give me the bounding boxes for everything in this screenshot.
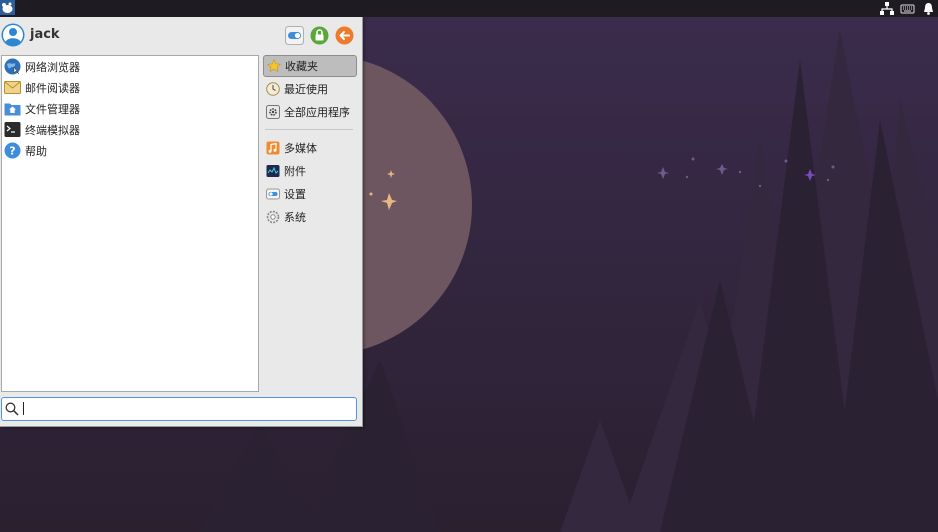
terminal-icon bbox=[4, 122, 21, 137]
log-out-button[interactable] bbox=[335, 26, 354, 45]
search-input[interactable] bbox=[22, 400, 352, 418]
menu-header: jack bbox=[0, 17, 362, 55]
settings-icon bbox=[266, 188, 280, 200]
category-multimedia[interactable]: 多媒体 bbox=[263, 137, 357, 159]
category-settings[interactable]: 设置 bbox=[263, 183, 357, 205]
category-system[interactable]: 系统 bbox=[263, 206, 357, 228]
svg-text:?: ? bbox=[9, 145, 15, 158]
notification-bell-icon[interactable] bbox=[921, 1, 936, 16]
accessories-icon bbox=[266, 165, 280, 177]
user-avatar-icon bbox=[1, 23, 25, 47]
file-manager-icon bbox=[4, 103, 21, 116]
keyboard-icon[interactable] bbox=[900, 1, 915, 16]
toggle-switch-icon bbox=[285, 26, 304, 45]
back-arrow-icon bbox=[335, 26, 354, 45]
category-accessories[interactable]: 附件 bbox=[263, 160, 357, 182]
help-icon: ? bbox=[4, 142, 21, 159]
network-icon[interactable] bbox=[879, 1, 894, 16]
web-browser-icon bbox=[4, 58, 21, 75]
whisker-menu-button[interactable] bbox=[0, 0, 15, 15]
star-icon bbox=[267, 59, 281, 73]
clock-icon bbox=[266, 82, 280, 96]
system-icon bbox=[266, 210, 280, 224]
category-separator bbox=[265, 129, 353, 130]
username-label: jack bbox=[30, 27, 60, 42]
favorites-list: 网络浏览器 邮件阅读器 文件管理器 终端模拟器 ? 帮助 bbox=[1, 55, 259, 392]
system-tray bbox=[879, 1, 936, 16]
lock-icon bbox=[310, 26, 329, 45]
list-item-help[interactable]: ? 帮助 bbox=[2, 140, 258, 161]
category-recent[interactable]: 最近使用 bbox=[263, 78, 357, 100]
lock-screen-button[interactable] bbox=[310, 26, 329, 45]
list-item-mail-reader[interactable]: 邮件阅读器 bbox=[2, 77, 258, 98]
mail-reader-icon bbox=[4, 81, 21, 94]
list-item-terminal[interactable]: 终端模拟器 bbox=[2, 119, 258, 140]
settings-toggle-button[interactable] bbox=[285, 26, 304, 45]
multimedia-icon bbox=[266, 141, 280, 155]
application-menu: jack 网络浏览器 邮件阅读器 文件管理器 终端模拟器 ? 帮助 收藏夹 最近… bbox=[0, 17, 363, 427]
text-cursor bbox=[23, 402, 24, 415]
xfce-mouse-icon bbox=[0, 0, 15, 15]
search-box[interactable] bbox=[1, 397, 357, 421]
category-all-applications[interactable]: 全部应用程序 bbox=[263, 101, 357, 123]
category-list: 收藏夹 最近使用 全部应用程序 多媒体 附件 设置 系统 bbox=[263, 55, 357, 229]
search-icon bbox=[5, 402, 19, 416]
all-apps-icon bbox=[266, 105, 280, 119]
category-favorites[interactable]: 收藏夹 bbox=[263, 55, 357, 77]
top-panel bbox=[0, 0, 938, 17]
list-item-file-manager[interactable]: 文件管理器 bbox=[2, 98, 258, 119]
list-item-web-browser[interactable]: 网络浏览器 bbox=[2, 56, 258, 77]
